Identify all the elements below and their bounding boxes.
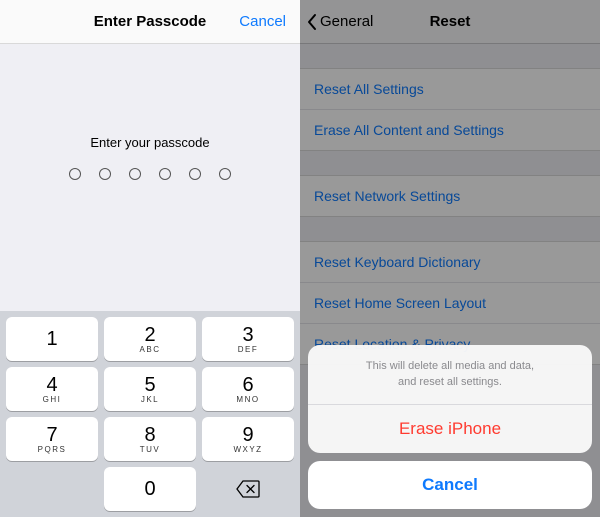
key-number: 6 — [242, 375, 253, 395]
key-number: 0 — [144, 479, 155, 499]
page-title: Enter Passcode — [94, 13, 207, 30]
key-letters: GHI — [43, 396, 62, 404]
key-blank — [6, 467, 98, 511]
key-number: 3 — [242, 325, 253, 345]
numeric-keypad: 1 2 ABC 3 DEF 4 GHI 5 JKL 6 MNO 7 PQRS 8 — [0, 311, 300, 517]
passcode-dots — [69, 168, 231, 180]
backspace-button[interactable] — [202, 467, 294, 511]
key-number: 5 — [144, 375, 155, 395]
key-9[interactable]: 9 WXYZ — [202, 417, 294, 461]
key-letters: WXYZ — [233, 446, 262, 454]
reset-screen: General Reset Reset All Settings Erase A… — [300, 0, 600, 517]
key-letters: DEF — [238, 346, 259, 354]
backspace-icon — [236, 480, 260, 498]
key-4[interactable]: 4 GHI — [6, 367, 98, 411]
passcode-dot — [99, 168, 111, 180]
key-letters: MNO — [236, 396, 259, 404]
key-number: 4 — [46, 375, 57, 395]
key-number: 1 — [46, 329, 57, 349]
passcode-area: Enter your passcode — [0, 44, 300, 311]
action-sheet-message: This will delete all media and data,and … — [308, 345, 592, 405]
key-8[interactable]: 8 TUV — [104, 417, 196, 461]
key-1[interactable]: 1 — [6, 317, 98, 361]
key-letters: ABC — [140, 346, 161, 354]
key-number: 7 — [46, 425, 57, 445]
erase-iphone-button[interactable]: Erase iPhone — [308, 405, 592, 453]
action-sheet: This will delete all media and data,and … — [308, 345, 592, 509]
passcode-dot — [219, 168, 231, 180]
cancel-button[interactable]: Cancel — [239, 13, 286, 30]
cancel-button[interactable]: Cancel — [308, 461, 592, 509]
key-2[interactable]: 2 ABC — [104, 317, 196, 361]
passcode-dot — [69, 168, 81, 180]
key-number: 2 — [144, 325, 155, 345]
key-6[interactable]: 6 MNO — [202, 367, 294, 411]
key-5[interactable]: 5 JKL — [104, 367, 196, 411]
key-number: 8 — [144, 425, 155, 445]
key-0[interactable]: 0 — [104, 467, 196, 511]
passcode-dot — [159, 168, 171, 180]
key-letters: PQRS — [38, 446, 67, 454]
key-letters: JKL — [141, 396, 159, 404]
action-sheet-block: This will delete all media and data,and … — [308, 345, 592, 453]
passcode-dot — [129, 168, 141, 180]
passcode-dot — [189, 168, 201, 180]
passcode-prompt: Enter your passcode — [90, 135, 209, 150]
passcode-screen: Enter Passcode Cancel Enter your passcod… — [0, 0, 300, 517]
key-letters: TUV — [140, 446, 161, 454]
key-number: 9 — [242, 425, 253, 445]
key-7[interactable]: 7 PQRS — [6, 417, 98, 461]
key-3[interactable]: 3 DEF — [202, 317, 294, 361]
navbar: Enter Passcode Cancel — [0, 0, 300, 44]
